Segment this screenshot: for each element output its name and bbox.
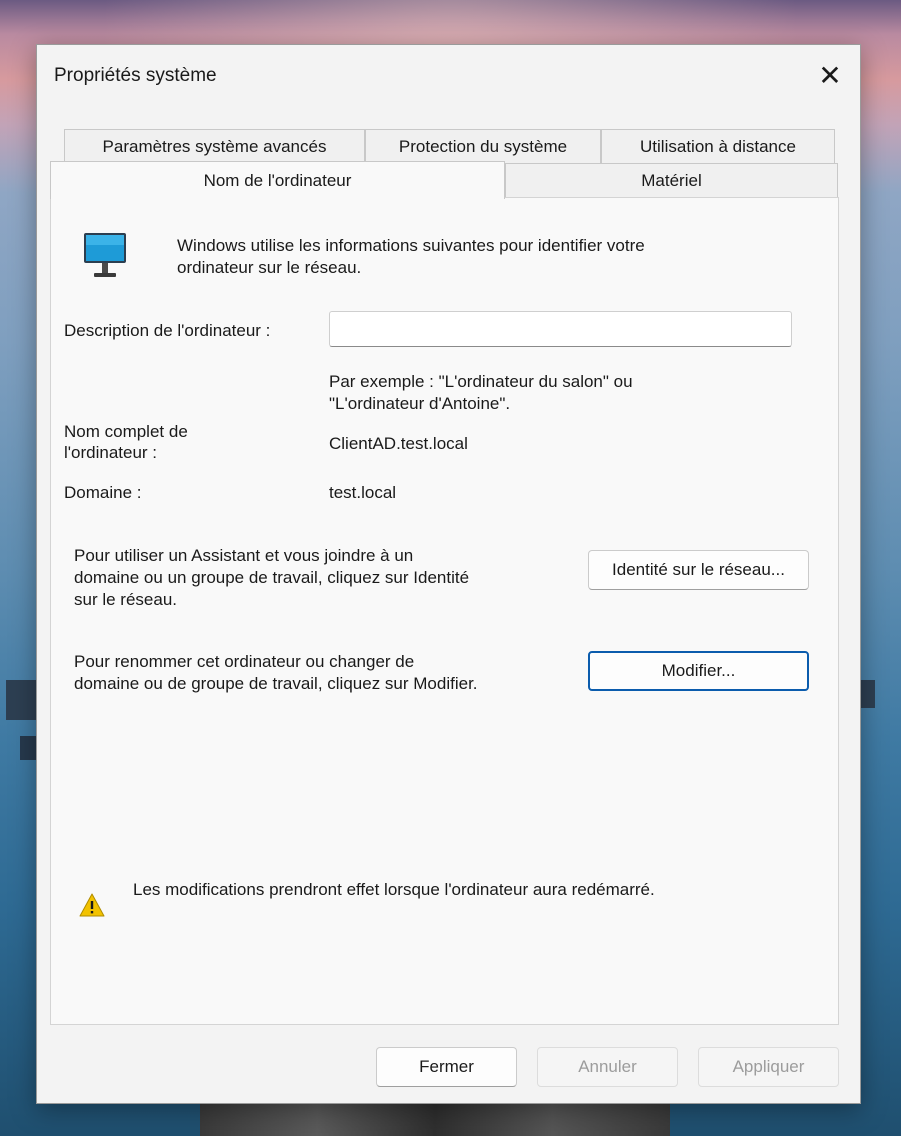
close-button[interactable]: ✕ — [810, 55, 850, 95]
tab-label: Matériel — [641, 171, 702, 190]
description-label: Description de l'ordinateur : — [64, 321, 271, 340]
tab-label: Protection du système — [398, 136, 568, 156]
tab-hardware[interactable]: Matériel — [505, 163, 838, 199]
full-name-value: ClientAD.test.local — [329, 434, 468, 453]
intro-text: Windows utilise les informations suivant… — [177, 235, 645, 279]
tab-remote[interactable]: Utilisation à distance — [601, 129, 835, 163]
close-dialog-button[interactable]: Fermer — [376, 1047, 517, 1087]
wallpaper-post — [20, 736, 36, 760]
monitor-icon — [84, 233, 126, 277]
domain-value: test.local — [329, 483, 397, 502]
network-id-text: Pour utiliser un Assistant et vous joind… — [74, 545, 469, 611]
full-name-label-line: Nom complet de — [64, 422, 188, 441]
tab-label: Utilisation à distance — [640, 136, 796, 156]
full-name-label: Nom complet de l'ordinateur : — [64, 421, 188, 463]
change-button[interactable]: Modifier... — [588, 651, 809, 691]
example-line: Par exemple : "L'ordinateur du salon" ou — [329, 372, 633, 391]
rename-line: Pour renommer cet ordinateur ou changer … — [74, 652, 415, 671]
full-name-label-line: l'ordinateur : — [64, 443, 158, 462]
system-properties-dialog: Propriétés système ✕ Paramètres système … — [36, 44, 861, 1104]
rename-line: domaine ou de groupe de travail, cliquez… — [74, 674, 478, 693]
description-input[interactable] — [329, 311, 792, 347]
network-id-button[interactable]: Identité sur le réseau... — [588, 550, 809, 590]
warning-icon — [79, 893, 105, 917]
example-line: "L'ordinateur d'Antoine". — [329, 394, 511, 413]
intro-line: Windows utilise les informations suivant… — [177, 236, 645, 255]
tab-advanced-settings[interactable]: Paramètres système avancés — [64, 129, 365, 163]
tab-computer-name[interactable]: Nom de l'ordinateur — [50, 161, 505, 199]
intro-line: ordinateur sur le réseau. — [177, 258, 362, 277]
apply-button[interactable]: Appliquer — [698, 1047, 839, 1087]
network-id-line: Pour utiliser un Assistant et vous joind… — [74, 546, 414, 565]
cancel-button[interactable]: Annuler — [537, 1047, 678, 1087]
tab-system-protection[interactable]: Protection du système — [365, 129, 601, 163]
network-id-line: domaine ou un groupe de travail, cliquez… — [74, 568, 470, 587]
domain-label: Domaine : — [64, 483, 142, 502]
wallpaper-post — [6, 680, 36, 720]
dialog-title: Propriétés système — [54, 65, 217, 86]
close-icon: ✕ — [818, 59, 842, 91]
network-id-line: sur le réseau. — [74, 590, 177, 609]
warning-text: Les modifications prendront effet lorsqu… — [133, 880, 655, 899]
tab-label: Nom de l'ordinateur — [203, 170, 352, 190]
tab-label: Paramètres système avancés — [102, 136, 327, 156]
description-example: Par exemple : "L'ordinateur du salon" ou… — [329, 371, 633, 415]
rename-text: Pour renommer cet ordinateur ou changer … — [74, 651, 478, 695]
